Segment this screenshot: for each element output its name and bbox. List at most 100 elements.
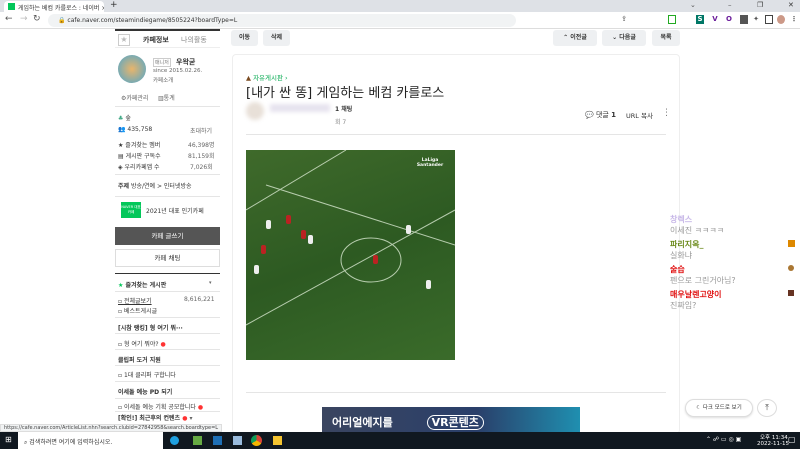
star-icon[interactable]: ★: [118, 34, 130, 46]
delete-button[interactable]: 삭제: [263, 30, 290, 46]
comments-link[interactable]: 💬 댓글 1: [585, 110, 616, 120]
extension-icon[interactable]: [668, 15, 676, 24]
divider: [115, 273, 220, 274]
board-item[interactable]: ▫ 형 여기 뭐야? ●: [118, 339, 166, 348]
divider: [246, 392, 666, 393]
prev-post-button[interactable]: ⌃ 이전글: [553, 30, 597, 46]
restore-button[interactable]: ❐: [757, 1, 763, 9]
windows-start-icon[interactable]: ⊞: [5, 435, 12, 444]
chat-badge-icon: [788, 290, 794, 296]
invite-link[interactable]: 초대하기: [190, 126, 212, 135]
tab-cafe-info[interactable]: 카페정보: [143, 35, 169, 45]
minecraft-icon[interactable]: [193, 436, 202, 445]
soccer-video[interactable]: LaLiga Santander: [246, 150, 455, 360]
divider: [115, 291, 220, 292]
reload-icon[interactable]: ↻: [33, 14, 41, 24]
board-group-title[interactable]: [시참 랭킹] 형 여기 뭐···: [118, 323, 183, 332]
new-tab-button[interactable]: +: [110, 0, 118, 10]
forward-icon[interactable]: →: [20, 14, 28, 24]
more-icon[interactable]: ⋮: [662, 108, 671, 118]
fav-boards-header[interactable]: ★ 즐겨찾는 게시판: [118, 280, 166, 289]
vr-banner-ad[interactable]: 어리얼에지를 VR콘텐츠: [322, 407, 580, 432]
board-group-title[interactable]: 이세돌 예능 PD 되기: [118, 387, 172, 396]
tab-search-button[interactable]: ⌄: [690, 1, 696, 9]
chat-text: 실화냐: [670, 251, 693, 260]
notification-icon[interactable]: ▢: [788, 435, 796, 444]
manager-name[interactable]: 우왁굳: [176, 57, 195, 67]
move-button[interactable]: 이동: [231, 30, 258, 46]
stats-link[interactable]: ▥통계: [158, 93, 175, 102]
taskbar-search-input[interactable]: ⌕ 검색하려면 여기에 입력하십시오.: [18, 432, 163, 449]
system-tray-icons[interactable]: ⌃ ☍ ▭ ◎ ▣: [706, 436, 741, 443]
vs-icon[interactable]: [213, 436, 222, 445]
board-link[interactable]: ▲ 자유게시판 ›: [246, 72, 288, 82]
placeholder: 검색하려면 여기에 입력하십시오.: [29, 439, 113, 446]
dark-mode-button[interactable]: ☾ 다크 모드로 보기: [685, 399, 753, 417]
manage-label: 카페관리: [126, 95, 149, 102]
ad-text: 어리얼에지를: [332, 416, 393, 429]
board-sub-label: ▤ 게시판 구독수: [118, 153, 161, 160]
board-best-posts[interactable]: ▫ 베스트게시글: [118, 306, 157, 315]
chrome-icon[interactable]: [251, 435, 262, 446]
url-input[interactable]: 🔒 cafe.naver.com/steamindiegame/8505224?…: [48, 14, 516, 27]
chat-message: 창렉스 이세진 ㅋㅋㅋㅋ: [670, 214, 724, 236]
edge-icon[interactable]: [170, 436, 179, 445]
url-text: cafe.naver.com/steamindiegame/8505224?bo…: [67, 17, 238, 24]
profile-avatar[interactable]: [777, 15, 785, 24]
close-button[interactable]: ✕: [788, 1, 794, 9]
laliga-logo: LaLiga Santander: [416, 158, 444, 168]
chat-message: 파리지옥_ 실화냐: [670, 239, 703, 261]
cafe-intro-link[interactable]: 카페소개: [153, 76, 173, 84]
browser-tab[interactable]: 게임하는 베컴 카를로스 : 네이버 ×: [4, 1, 104, 12]
level-badge: ♣ 숲: [118, 113, 131, 122]
dropdown-icon: ▾: [189, 415, 193, 422]
share-icon[interactable]: ⇪: [620, 15, 628, 24]
cafe-chat-button[interactable]: 카페 채팅: [115, 249, 220, 267]
members-icon: 👥: [118, 126, 126, 133]
divider: [115, 317, 220, 318]
back-icon[interactable]: ←: [5, 14, 13, 24]
view-count: 회 7: [335, 119, 347, 126]
dropdown-icon[interactable]: ▾: [209, 280, 212, 286]
player: [406, 225, 411, 234]
puzzle-icon[interactable]: ✦: [752, 15, 760, 24]
label: 자유게시판: [253, 74, 283, 82]
scroll-top-button[interactable]: ⤒: [757, 399, 777, 417]
board-item[interactable]: ▫ 1대 클리퍼 구합니다: [118, 370, 176, 379]
member-count: 👥 435,758: [118, 126, 152, 133]
menu-icon[interactable]: ⋮: [790, 15, 798, 24]
board-all-posts[interactable]: ▫ 전체글보기: [118, 296, 152, 305]
author-chat-link[interactable]: 1 채팅: [335, 104, 352, 113]
next-post-button[interactable]: ⌄ 다음글: [602, 30, 646, 46]
board-group-title[interactable]: [확인!] 최근후의 컨텐츠 ● ▾: [118, 413, 193, 422]
board-item[interactable]: ▫ 이세돌 예능 기획 공모합니다 ●: [118, 402, 203, 411]
extension-o-icon[interactable]: O: [725, 15, 733, 24]
extension-s-icon[interactable]: S: [696, 15, 704, 24]
extension-v-icon[interactable]: V: [711, 15, 719, 24]
author-avatar[interactable]: [246, 102, 264, 120]
player: [308, 235, 313, 244]
cafe-manage-link[interactable]: ⚙카페관리: [121, 93, 148, 102]
file-explorer-icon[interactable]: [273, 436, 282, 445]
ad-vr-text: VR콘텐츠: [426, 415, 484, 430]
minimize-button[interactable]: –: [728, 1, 732, 9]
extension-icon[interactable]: [740, 15, 748, 24]
naver-cafe-favicon: [8, 3, 15, 10]
app-icon[interactable]: [233, 436, 242, 445]
url-copy-button[interactable]: URL 복사: [626, 110, 653, 120]
sidepanel-icon[interactable]: [765, 15, 773, 24]
author-name-blurred[interactable]: [270, 104, 330, 112]
clock-date[interactable]: 2022-11-15: [757, 441, 789, 447]
board-group-title[interactable]: 클립퍼 도거 지원: [118, 355, 161, 364]
moon-icon: ☾: [696, 405, 702, 411]
chat-text: 진짜임?: [670, 301, 697, 310]
tab-my-activity[interactable]: 나의활동: [181, 35, 207, 45]
divider: [115, 381, 220, 382]
write-post-button[interactable]: 카페 글쓰기: [115, 227, 220, 245]
list-button[interactable]: 목록: [652, 30, 680, 46]
label: 댓글: [595, 111, 609, 119]
taskbar: ⊞ ⌕ 검색하려면 여기에 입력하십시오. ⌃ ☍ ▭ ◎ ▣ 오후 11:34…: [0, 432, 800, 449]
manager-badge: 매니저: [153, 58, 171, 67]
chat-user: 술습: [670, 265, 685, 274]
clock-time[interactable]: 오후 11:34: [760, 433, 788, 441]
